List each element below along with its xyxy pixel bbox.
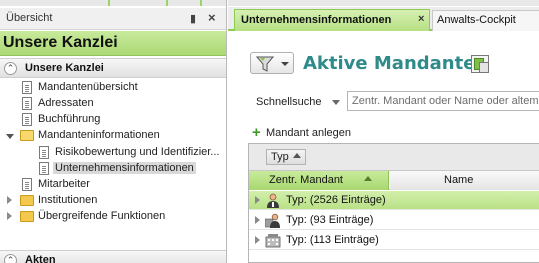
group-row-label: Typ: (113 Einträge)	[286, 234, 379, 246]
folder-open-icon	[20, 130, 34, 141]
group-by-label: Typ	[271, 151, 289, 163]
quicksearch-dropdown-icon[interactable]	[332, 100, 340, 105]
collapse-chevron-icon[interactable]: ⌃	[4, 62, 17, 75]
column-header-zentr-mandant[interactable]: Zentr. Mandant	[249, 171, 389, 190]
group-row[interactable]: Typ: (113 Einträge)	[249, 231, 539, 250]
sort-ascending-icon	[292, 153, 301, 158]
group-by-chip[interactable]: Typ	[266, 149, 306, 165]
tree-item-buchfuehrung[interactable]: Buchführung	[0, 112, 226, 128]
tree-item-mitarbeiter[interactable]: Mitarbeiter	[0, 177, 226, 193]
tree-item-label: Mitarbeiter	[38, 178, 90, 190]
section-unsere-kanzlei[interactable]: ⌃ Unsere Kanzlei	[0, 58, 226, 78]
column-header-name[interactable]: Name	[390, 171, 539, 190]
tree-item-label: Mandanteninformationen	[38, 129, 160, 141]
main-panel: Unternehmensinformationen × Anwalts-Cock…	[228, 0, 539, 263]
tree-item-unternehmensinformationen[interactable]: Unternehmensinformationen	[0, 161, 226, 177]
overview-panel: Übersicht ▮ × Unsere Kanzlei ⌃ Unsere Ka…	[0, 0, 227, 263]
column-header-label: Zentr. Mandant	[269, 174, 343, 186]
expand-arrow-icon[interactable]	[255, 236, 260, 244]
tree-item-risikobewertung[interactable]: Risikobewertung und Identifizier...	[0, 145, 226, 161]
group-by-panel: Typ	[249, 144, 539, 171]
add-client-label: Mandant anlegen	[266, 127, 352, 139]
filter-dropdown-button[interactable]	[250, 52, 294, 74]
tree-item-label: Institutionen	[38, 194, 98, 206]
overview-panel-header: Übersicht ▮ ×	[0, 8, 226, 30]
chevron-down-icon	[281, 62, 289, 66]
persons-group-icon	[265, 213, 280, 228]
document-icon	[39, 162, 49, 175]
grid-column-headers: Zentr. Mandant Name	[249, 171, 539, 190]
document-icon	[22, 81, 32, 94]
panel-top-strip	[0, 0, 226, 6]
tab-label: Anwalts-Cockpit	[437, 14, 516, 26]
tree-item-label: Übergreifende Funktionen	[38, 210, 166, 222]
kanzlei-title: Unsere Kanzlei	[3, 34, 118, 51]
group-row-label: Typ: (2526 Einträge)	[286, 194, 386, 206]
tree-item-label: Risikobewertung und Identifizier...	[55, 146, 220, 158]
company-icon	[265, 234, 281, 248]
folder-icon	[20, 211, 34, 222]
tab-close-icon[interactable]: ×	[418, 13, 424, 25]
group-row[interactable]: Typ: (2526 Einträge)	[249, 191, 539, 210]
tree-item-mandanteninformationen[interactable]: Mandanteninformationen	[0, 128, 226, 144]
document-icon	[22, 97, 32, 110]
expand-arrow-icon[interactable]	[255, 196, 260, 204]
expand-arrow-icon[interactable]	[6, 134, 14, 139]
export-excel-icon[interactable]	[471, 55, 489, 73]
section-akten[interactable]: ⌃ Akten	[0, 250, 226, 263]
group-row[interactable]: Typ: (93 Einträge)	[249, 211, 539, 230]
section-label: Unsere Kanzlei	[25, 62, 104, 74]
tab-unternehmensinformationen[interactable]: Unternehmensinformationen ×	[234, 9, 430, 31]
panel-top-strip	[228, 0, 539, 6]
tree-item-label: Unternehmensinformationen	[53, 162, 196, 174]
expand-arrow-icon[interactable]	[7, 196, 12, 204]
expand-arrow-icon[interactable]	[255, 216, 260, 224]
person-icon	[267, 193, 279, 208]
document-icon	[22, 178, 32, 191]
document-icon	[22, 113, 32, 126]
tree-item-adressaten[interactable]: Adressaten	[0, 96, 226, 112]
tree-item-mandantenuebersicht[interactable]: Mandantenübersicht	[0, 80, 226, 96]
tree-item-label: Buchführung	[38, 113, 101, 125]
tree-item-uebergreifende-funktionen[interactable]: Übergreifende Funktionen	[0, 209, 226, 225]
kanzlei-banner: Unsere Kanzlei	[0, 31, 226, 56]
pin-icon[interactable]: ▮	[190, 12, 196, 25]
close-icon[interactable]: ×	[208, 10, 216, 25]
tree-item-label: Mandantenübersicht	[38, 81, 138, 93]
column-header-label: Name	[444, 174, 474, 186]
clients-grid: Typ Zentr. Mandant Name Typ: (2526 Eintr…	[248, 143, 539, 263]
filter-icon	[256, 56, 274, 72]
overview-panel-title: Übersicht	[6, 12, 53, 24]
tab-label: Unternehmensinformationen	[241, 14, 392, 26]
tab-anwalts-cockpit[interactable]: Anwalts-Cockpit	[432, 10, 539, 31]
plus-icon: +	[252, 124, 261, 141]
quicksearch-label: Schnellsuche	[256, 96, 322, 108]
tree-item-institutionen[interactable]: Institutionen	[0, 193, 226, 209]
expand-arrow-icon[interactable]	[7, 212, 12, 220]
tree-item-label: Adressaten	[38, 97, 94, 109]
page-title: Aktive Mandanten	[303, 53, 489, 74]
document-tabbar: Unternehmensinformationen × Anwalts-Cock…	[228, 7, 539, 31]
section-label: Akten	[25, 254, 56, 263]
group-row-label: Typ: (93 Einträge)	[286, 214, 374, 226]
collapse-chevron-icon[interactable]: ⌃	[4, 254, 17, 263]
sort-ascending-icon	[364, 176, 372, 181]
search-input[interactable]	[347, 91, 539, 111]
folder-icon	[20, 195, 34, 206]
document-icon	[39, 146, 49, 159]
